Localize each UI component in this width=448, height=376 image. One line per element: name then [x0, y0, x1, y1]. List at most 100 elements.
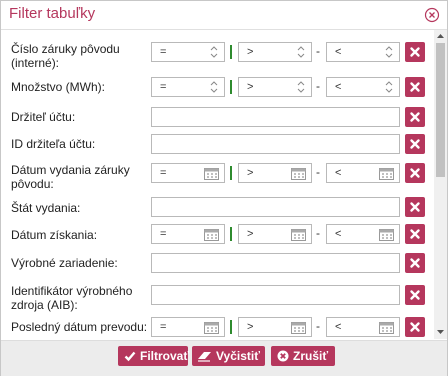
separator-bar — [230, 320, 232, 334]
field-label: Štát vydania: — [11, 201, 81, 215]
field-label: Posledný dátum prevodu: — [11, 320, 148, 334]
filter-row-issue-date: Dátum vydania záruky pôvodu: = > - < — [1, 156, 435, 194]
calendar-icon[interactable] — [291, 167, 306, 180]
close-icon[interactable] — [424, 7, 440, 23]
text-input[interactable] — [151, 197, 400, 217]
cancel-circle-icon — [277, 350, 289, 362]
x-icon — [410, 202, 420, 212]
delete-row-button[interactable] — [405, 134, 425, 154]
filter-dialog: Filter tabuľky Číslo záruky pôvodu (inte… — [0, 0, 448, 376]
delete-row-button[interactable] — [405, 253, 425, 273]
filter-row-last-transfer-date: Posledný dátum prevodu: = > - < — [1, 316, 435, 339]
filter-row-production-device: Výrobné zariadenie: — [1, 246, 435, 278]
calendar-icon[interactable] — [379, 321, 394, 334]
dialog-title: Filter tabuľky — [9, 5, 96, 22]
date-from-input[interactable]: > — [238, 224, 312, 244]
max-value-input[interactable]: < — [326, 77, 400, 97]
scroll-up-icon[interactable] — [434, 30, 447, 42]
delete-row-button[interactable] — [405, 42, 425, 62]
clear-button-label: Vyčistiť — [216, 349, 260, 363]
clear-button[interactable]: Vyčistiť — [192, 346, 265, 366]
calendar-icon[interactable] — [291, 321, 306, 334]
operator-select[interactable]: = — [151, 224, 225, 244]
scrollbar-thumb[interactable] — [436, 43, 445, 177]
cancel-button[interactable]: Zrušiť — [271, 346, 335, 366]
filter-button[interactable]: Filtrovať — [118, 346, 189, 366]
text-input[interactable] — [151, 285, 400, 305]
field-label: Držiteľ účtu: — [11, 110, 76, 124]
calendar-icon[interactable] — [204, 228, 219, 241]
separator-bar — [230, 45, 232, 59]
field-label: Množstvo (MWh): — [11, 80, 106, 94]
calendar-icon[interactable] — [204, 167, 219, 180]
operator-value: = — [160, 228, 167, 240]
filter-row-issuing-state: Štát vydania: — [1, 194, 435, 220]
cancel-button-label: Zrušiť — [293, 349, 329, 363]
spinner-icon — [210, 46, 218, 58]
x-icon — [410, 112, 420, 122]
filter-row-production-source-id: Identifikátor výrobného zdroja (AIB): — [1, 278, 435, 316]
field-label: Dátum získania: — [11, 228, 98, 242]
operator-select[interactable]: = — [151, 163, 225, 183]
delete-row-button[interactable] — [405, 163, 425, 183]
text-input[interactable] — [151, 253, 400, 273]
vertical-scrollbar[interactable] — [434, 30, 447, 339]
delete-row-button[interactable] — [405, 197, 425, 217]
delete-row-button[interactable] — [405, 224, 425, 244]
scroll-down-icon[interactable] — [434, 326, 447, 338]
range-dash: - — [316, 319, 320, 333]
calendar-icon[interactable] — [291, 228, 306, 241]
max-placeholder: < — [335, 228, 342, 240]
operator-select[interactable]: = — [151, 317, 225, 337]
min-value-input[interactable]: > — [238, 77, 312, 97]
filter-row-quantity: Množstvo (MWh): = > - < — [1, 74, 435, 104]
check-icon — [124, 351, 136, 362]
range-dash: - — [316, 79, 320, 93]
field-label: Identifikátor výrobného zdroja (AIB): — [11, 284, 133, 312]
delete-row-button[interactable] — [405, 285, 425, 305]
field-label: Výrobné zariadenie: — [11, 256, 118, 270]
operator-value: = — [160, 321, 167, 333]
min-value-input[interactable]: > — [238, 42, 312, 62]
calendar-icon[interactable] — [379, 228, 394, 241]
operator-select[interactable]: = — [151, 77, 225, 97]
date-to-input[interactable]: < — [326, 224, 400, 244]
x-icon — [410, 258, 420, 268]
delete-row-button[interactable] — [405, 107, 425, 127]
range-dash: - — [316, 165, 320, 179]
field-label: Dátum vydania záruky pôvodu: — [11, 163, 130, 191]
spinner-icon — [210, 81, 218, 93]
max-placeholder: < — [335, 167, 342, 179]
date-from-input[interactable]: > — [238, 163, 312, 183]
dialog-titlebar: Filter tabuľky — [1, 1, 447, 30]
text-input[interactable] — [151, 134, 400, 154]
max-placeholder: < — [335, 46, 342, 58]
x-icon — [410, 82, 420, 92]
calendar-icon[interactable] — [379, 167, 394, 180]
date-to-input[interactable]: < — [326, 317, 400, 337]
date-to-input[interactable]: < — [326, 163, 400, 183]
min-placeholder: > — [247, 46, 254, 58]
eraser-icon — [198, 352, 211, 362]
delete-row-button[interactable] — [405, 77, 425, 97]
x-icon — [410, 322, 420, 332]
range-dash: - — [316, 44, 320, 58]
separator-bar — [230, 227, 232, 241]
dialog-footer: Filtrovať Vyčistiť Zrušiť — [1, 340, 447, 376]
spinner-icon — [297, 46, 305, 58]
max-placeholder: < — [335, 321, 342, 333]
filter-row-account-holder: Držiteľ účtu: — [1, 104, 435, 130]
spinner-icon — [385, 81, 393, 93]
date-from-input[interactable]: > — [238, 317, 312, 337]
min-placeholder: > — [247, 81, 254, 93]
filter-form: Číslo záruky pôvodu (interné): = > - < M… — [1, 30, 435, 339]
text-input[interactable] — [151, 107, 400, 127]
calendar-icon[interactable] — [204, 321, 219, 334]
x-icon — [410, 47, 420, 57]
x-icon — [410, 229, 420, 239]
delete-row-button[interactable] — [405, 317, 425, 337]
max-value-input[interactable]: < — [326, 42, 400, 62]
min-placeholder: > — [247, 321, 254, 333]
field-label: Číslo záruky pôvodu (interné): — [11, 42, 120, 70]
operator-select[interactable]: = — [151, 42, 225, 62]
